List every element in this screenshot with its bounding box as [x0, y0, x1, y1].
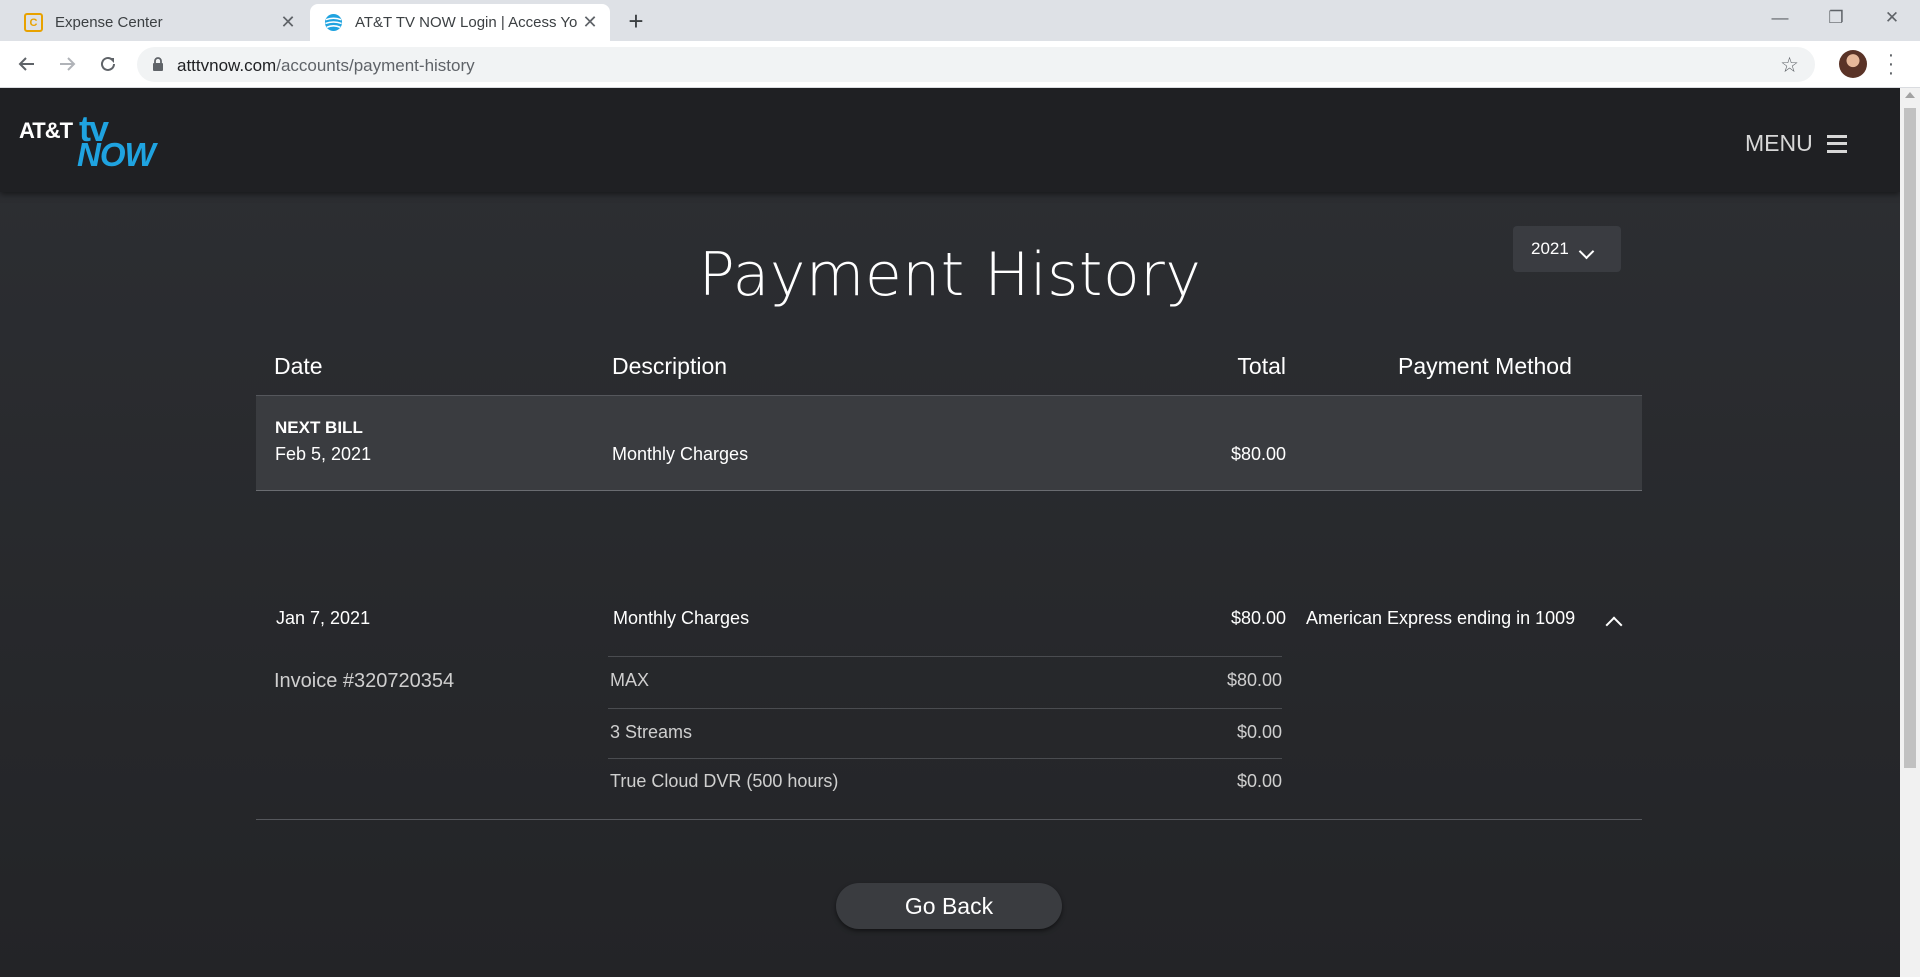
header-payment-method: Payment Method	[1398, 353, 1572, 379]
header-description: Description	[612, 353, 728, 379]
divider	[608, 758, 1282, 759]
payment-method: American Express ending in 1009	[1306, 608, 1576, 628]
tab-att-tv-now[interactable]: AT&T TV NOW Login | Access Your ✕	[310, 4, 610, 41]
close-icon[interactable]: ✕	[578, 12, 602, 33]
browser-toolbar: atttvnow.com/accounts/payment-history ☆ …	[0, 41, 1920, 88]
invoice-number: Invoice #320720354	[274, 670, 455, 692]
next-bill-date: Feb 5, 2021	[275, 444, 372, 464]
line-item-amount: $0.00	[1236, 722, 1282, 742]
divider	[608, 656, 1282, 657]
tab-title: AT&T TV NOW Login | Access Your	[355, 14, 578, 31]
lock-icon	[153, 57, 163, 71]
line-item-name: MAX	[610, 670, 650, 690]
header-total: Total	[1237, 353, 1286, 379]
att-tv-now-logo[interactable]: AT&T tv NOW	[19, 108, 159, 173]
line-item-amount: $0.00	[1236, 771, 1282, 791]
scroll-thumb[interactable]	[1904, 108, 1916, 768]
address-bar[interactable]: atttvnow.com/accounts/payment-history ☆	[137, 47, 1815, 82]
forward-arrow-icon[interactable]	[53, 50, 81, 78]
year-value: 2021	[1531, 239, 1569, 258]
new-tab-button[interactable]: +	[622, 6, 650, 37]
tab-expense-center[interactable]: C Expense Center ✕	[12, 4, 308, 41]
window-controls: — ❐ ✕	[1752, 0, 1920, 36]
back-arrow-icon[interactable]	[13, 50, 41, 78]
browser-tabstrip: C Expense Center ✕ AT&T TV NOW Login | A…	[0, 0, 1920, 41]
chevron-down-icon	[1578, 243, 1595, 259]
next-bill-label: NEXT BILL	[275, 418, 363, 437]
go-back-button[interactable]: Go Back	[836, 883, 1062, 929]
row-divider	[256, 819, 1642, 820]
profile-avatar[interactable]	[1839, 50, 1867, 78]
divider	[608, 708, 1282, 709]
bookmark-star-icon[interactable]: ☆	[1780, 53, 1799, 78]
close-window-icon[interactable]: ✕	[1864, 0, 1920, 36]
year-select[interactable]: 2021	[1513, 226, 1621, 272]
line-item-amount: $80.00	[1226, 670, 1282, 690]
restore-icon[interactable]: ❐	[1808, 0, 1864, 36]
att-globe-icon	[324, 13, 343, 32]
reload-icon[interactable]	[94, 50, 122, 78]
chevron-up-icon[interactable]	[1605, 616, 1623, 634]
header-date: Date	[274, 353, 323, 379]
url-path: /accounts/payment-history	[276, 56, 475, 75]
menu-label: MENU	[1745, 130, 1813, 156]
browser-menu-icon[interactable]: · · ·	[1884, 45, 1898, 83]
site-header: AT&T tv NOW MENU	[0, 88, 1900, 192]
menu-button[interactable]: MENU	[1745, 130, 1847, 157]
tab-title: Expense Center	[55, 14, 163, 31]
line-item-name: 3 Streams	[610, 722, 693, 742]
line-item-name: True Cloud DVR (500 hours)	[610, 771, 839, 791]
next-bill-row: NEXT BILL Feb 5, 2021 Monthly Charges $8…	[256, 395, 1642, 491]
url-text: atttvnow.com/accounts/payment-history	[177, 56, 475, 76]
page-scrollbar[interactable]	[1900, 88, 1920, 977]
payment-description: Monthly Charges	[613, 608, 750, 628]
hamburger-icon	[1826, 134, 1847, 153]
web-page: AT&T tv NOW MENU Payment History 2021 Da…	[0, 88, 1900, 977]
next-bill-description: Monthly Charges	[612, 444, 749, 464]
close-icon[interactable]: ✕	[276, 12, 300, 33]
expense-center-icon: C	[24, 13, 43, 32]
payment-date: Jan 7, 2021	[276, 608, 371, 628]
url-host: atttvnow.com	[177, 56, 277, 75]
scroll-up-icon[interactable]	[1905, 92, 1915, 98]
payment-total: $80.00	[1230, 608, 1286, 628]
next-bill-total: $80.00	[1230, 444, 1286, 464]
logo-now-text: NOW	[77, 136, 156, 173]
minimize-icon[interactable]: —	[1752, 0, 1808, 36]
logo-att-text: AT&T	[19, 118, 73, 143]
